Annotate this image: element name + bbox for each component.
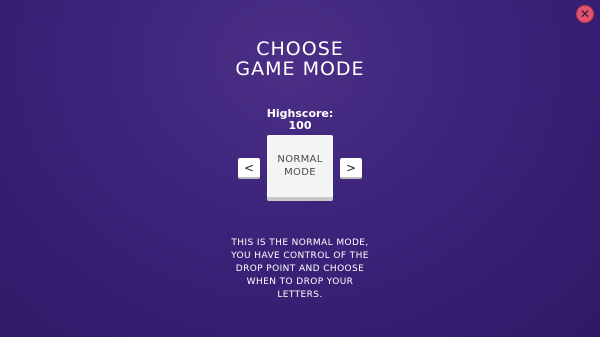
mode-card-normal[interactable]: NORMAL MODE bbox=[267, 135, 333, 201]
mode-label-line-1: NORMAL bbox=[277, 154, 323, 165]
page-title: CHOOSE GAME MODE bbox=[0, 39, 600, 79]
chevron-left-icon: < bbox=[243, 160, 255, 175]
title-line-2: GAME MODE bbox=[235, 58, 365, 80]
mode-description: THIS IS THE NORMAL MODE, YOU HAVE CONTRO… bbox=[0, 237, 600, 302]
mode-label-line-2: MODE bbox=[284, 167, 316, 178]
next-mode-button[interactable]: > bbox=[340, 158, 362, 179]
highscore-display: Highscore: 100 bbox=[0, 108, 600, 132]
chevron-right-icon: > bbox=[345, 160, 357, 175]
description-line: DROP POINT AND CHOOSE bbox=[235, 264, 365, 274]
description-line: WHEN TO DROP YOUR bbox=[246, 277, 354, 287]
close-button[interactable]: ✕ bbox=[576, 5, 594, 23]
close-icon: ✕ bbox=[579, 7, 591, 21]
highscore-value: 100 bbox=[288, 119, 312, 132]
mode-label: NORMAL MODE bbox=[277, 153, 322, 179]
description-line: THIS IS THE NORMAL MODE, bbox=[231, 238, 369, 248]
description-line: LETTERS. bbox=[277, 290, 323, 300]
previous-mode-button[interactable]: < bbox=[238, 158, 260, 179]
title-line-1: CHOOSE bbox=[256, 38, 344, 60]
description-line: YOU HAVE CONTROL OF THE bbox=[231, 251, 369, 261]
